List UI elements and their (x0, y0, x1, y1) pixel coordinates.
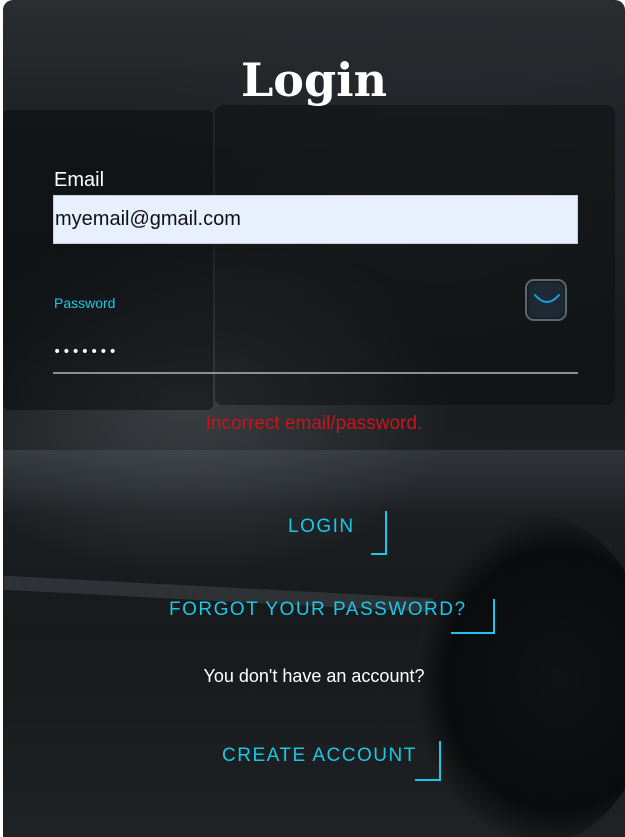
page-title: Login (240, 53, 388, 107)
password-label: Password (54, 295, 116, 311)
password-field[interactable] (53, 332, 578, 374)
error-message: Incorrect email/password. (205, 413, 423, 434)
login-panel: Login Email Password Incorrect email/pas… (3, 0, 625, 837)
login-button-corner-accent (371, 511, 387, 555)
email-label: Email (54, 169, 105, 191)
login-button[interactable]: LOGIN (282, 515, 361, 539)
background-floor (3, 450, 625, 510)
create-account-button[interactable]: CREATE ACCOUNT (216, 744, 423, 768)
create-button-corner-accent (415, 741, 441, 781)
eye-closed-icon (534, 294, 560, 303)
forgot-password-button[interactable]: FORGOT YOUR PASSWORD? (163, 598, 473, 622)
forgot-button-corner-accent (451, 599, 495, 634)
email-field[interactable] (53, 195, 578, 244)
password-visibility-toggle[interactable] (525, 279, 567, 321)
no-account-text: You don't have an account? (203, 666, 425, 686)
